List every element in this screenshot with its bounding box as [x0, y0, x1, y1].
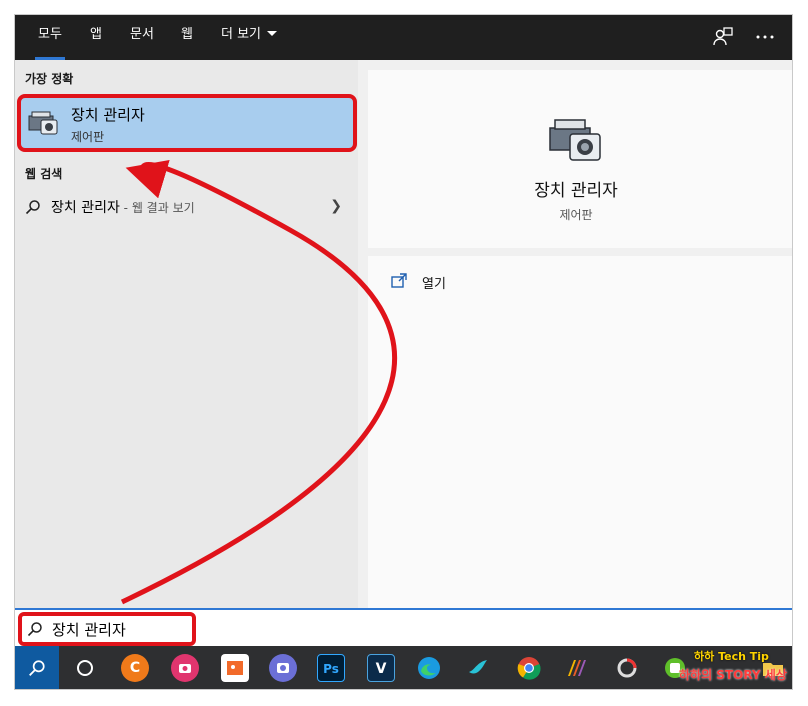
- c-app-label: C: [129, 660, 141, 676]
- search-icon: [25, 200, 40, 215]
- photoshop-icon[interactable]: Ps: [317, 654, 345, 682]
- tab-more-label: 더 보기: [220, 27, 261, 42]
- ribbon-app-icon[interactable]: [563, 654, 591, 682]
- tab-documents-label: 문서: [130, 27, 154, 42]
- preview-subtitle: 제어판: [559, 208, 593, 222]
- photoshop-label: Ps: [323, 662, 339, 676]
- device-manager-icon: [28, 111, 58, 135]
- preview-title: 장치 관리자: [534, 181, 618, 201]
- preview-divider: [368, 248, 792, 256]
- v-app-icon[interactable]: V: [367, 654, 395, 682]
- edge-icon[interactable]: [415, 654, 443, 682]
- web-result-suffix: - 웹 결과 보기: [119, 201, 195, 215]
- spinner-app-icon[interactable]: [613, 654, 641, 682]
- search-box[interactable]: 장치 관리자: [15, 608, 792, 646]
- camera-app-icon[interactable]: [171, 654, 199, 682]
- feedback-icon[interactable]: [711, 25, 735, 49]
- search-icon: [27, 622, 42, 637]
- more-options-icon[interactable]: [753, 25, 777, 49]
- result-preview-pane: 장치 관리자 제어판 열기: [368, 70, 792, 608]
- chrome-icon[interactable]: [515, 654, 543, 682]
- search-icon: [29, 660, 45, 676]
- cortana-icon[interactable]: [71, 654, 99, 682]
- web-search-result[interactable]: 장치 관리자 - 웹 결과 보기 ❯: [15, 190, 358, 224]
- best-match-result[interactable]: 장치 관리자 제어판: [17, 94, 357, 152]
- photo-app-icon[interactable]: [221, 654, 249, 682]
- tab-documents[interactable]: 문서: [121, 15, 163, 60]
- search-input[interactable]: 장치 관리자: [52, 619, 126, 640]
- tab-all[interactable]: 모두: [25, 15, 75, 60]
- v-app-label: V: [375, 661, 387, 677]
- best-match-header: 가장 정확: [25, 72, 74, 86]
- search-filter-bar: 모두 앱 문서 웹 더 보기: [15, 15, 792, 60]
- tab-apps[interactable]: 앱: [81, 15, 111, 60]
- web-search-header: 웹 검색: [25, 167, 63, 181]
- tab-web[interactable]: 웹: [173, 15, 201, 60]
- device-manager-large-icon: [549, 119, 601, 161]
- web-result-query: 장치 관리자: [51, 200, 120, 216]
- watermark-line1: 하하 Tech Tip: [694, 650, 769, 663]
- taskbar-search-button[interactable]: [15, 646, 59, 689]
- tab-more[interactable]: 더 보기: [213, 15, 285, 60]
- start-search-window: 모두 앱 문서 웹 더 보기 가장 정확 장치 관리자 제어판 웹 검색 장치 …: [14, 14, 793, 690]
- open-label: 열기: [422, 277, 446, 292]
- screenshot-app-icon[interactable]: [269, 654, 297, 682]
- web-result-text: 장치 관리자 - 웹 결과 보기: [51, 197, 195, 217]
- tab-apps-label: 앱: [90, 27, 102, 42]
- best-match-title: 장치 관리자: [71, 106, 145, 124]
- chevron-right-icon[interactable]: ❯: [330, 198, 342, 214]
- tab-web-label: 웹: [181, 27, 193, 42]
- results-list: 가장 정확 장치 관리자 제어판 웹 검색 장치 관리자 - 웹 결과 보기 ❯: [15, 60, 358, 608]
- c-app-icon[interactable]: C: [121, 654, 149, 682]
- taskbar: C Ps V: [15, 646, 792, 689]
- chevron-down-icon: [267, 31, 277, 36]
- tab-all-label: 모두: [38, 27, 62, 42]
- watermark-line2: 하하의 STORY 세상: [679, 668, 787, 682]
- best-match-subtitle: 제어판: [71, 130, 105, 144]
- bird-app-icon[interactable]: [465, 654, 493, 682]
- open-icon: [391, 273, 407, 288]
